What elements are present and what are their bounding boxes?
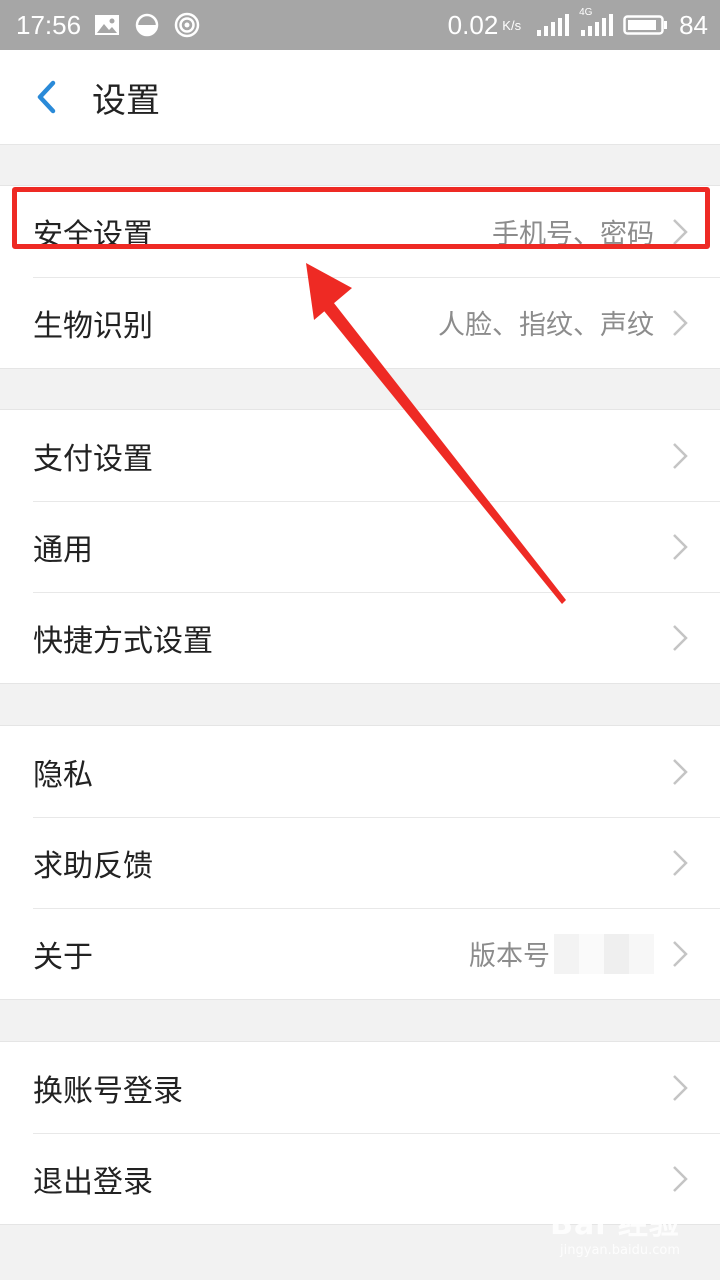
chevron-right-icon bbox=[673, 442, 688, 469]
settings-item-value: 手机号、密码 bbox=[492, 219, 654, 250]
chevron-right-icon bbox=[673, 758, 688, 785]
settings-item-label: 生物识别 bbox=[33, 308, 153, 344]
watermark-main: Bai 经验 bbox=[550, 1207, 680, 1242]
settings-item-about[interactable]: 关于 版本号 bbox=[0, 908, 720, 999]
back-button[interactable] bbox=[0, 50, 92, 145]
network-speed: 0.02 bbox=[447, 9, 499, 40]
settings-item-label: 安全设置 bbox=[33, 217, 153, 253]
settings-item-value: 版本号 bbox=[469, 941, 550, 972]
network-type-label: 4G bbox=[579, 7, 593, 18]
settings-item-payment[interactable]: 支付设置 bbox=[0, 410, 720, 501]
watermark-sub: jingyan.baidu.com bbox=[560, 1243, 680, 1258]
settings-group-general: 支付设置 通用 快捷方式设置 bbox=[0, 409, 720, 684]
settings-item-shortcuts[interactable]: 快捷方式设置 bbox=[0, 592, 720, 683]
settings-item-security[interactable]: 安全设置 手机号、密码 bbox=[0, 186, 720, 277]
baidu-jingyan-watermark: Bai 经验 jingyan.baidu.com bbox=[550, 1199, 680, 1258]
settings-item-value: 人脸、指纹、声纹 bbox=[438, 310, 654, 341]
page-title: 设置 bbox=[92, 80, 160, 121]
settings-item-privacy[interactable]: 隐私 bbox=[0, 726, 720, 817]
settings-item-label: 快捷方式设置 bbox=[33, 623, 213, 659]
settings-item-switch-account[interactable]: 换账号登录 bbox=[0, 1042, 720, 1133]
battery-icon bbox=[623, 15, 668, 35]
chevron-right-icon bbox=[673, 849, 688, 876]
settings-item-label: 求助反馈 bbox=[33, 848, 153, 884]
settings-item-label: 换账号登录 bbox=[33, 1073, 183, 1109]
settings-item-label: 隐私 bbox=[33, 757, 93, 793]
chevron-right-icon bbox=[673, 624, 688, 651]
signal-icon bbox=[537, 14, 570, 36]
chevron-right-icon bbox=[673, 218, 688, 245]
settings-item-value-wrap: 版本号 bbox=[469, 933, 654, 974]
chevron-right-icon bbox=[673, 1165, 688, 1192]
chevron-right-icon bbox=[673, 1074, 688, 1101]
settings-group-info: 隐私 求助反馈 关于 版本号 bbox=[0, 725, 720, 1000]
settings-item-feedback[interactable]: 求助反馈 bbox=[0, 817, 720, 908]
settings-group-account-security: 安全设置 手机号、密码 生物识别 人脸、指纹、声纹 bbox=[0, 185, 720, 369]
network-speed-unit: K/s bbox=[502, 17, 522, 33]
status-time: 17:56 bbox=[16, 9, 82, 40]
title-bar: 设置 bbox=[0, 50, 720, 145]
settings-item-label: 支付设置 bbox=[33, 441, 153, 477]
blurred-version-number bbox=[554, 933, 654, 974]
image-icon bbox=[95, 15, 120, 35]
settings-item-general[interactable]: 通用 bbox=[0, 501, 720, 592]
settings-item-biometrics[interactable]: 生物识别 人脸、指纹、声纹 bbox=[0, 277, 720, 368]
chevron-right-icon bbox=[673, 940, 688, 967]
settings-item-label: 退出登录 bbox=[33, 1164, 153, 1200]
data-saver-icon bbox=[135, 13, 159, 37]
chevron-left-icon bbox=[37, 80, 56, 114]
chevron-right-icon bbox=[673, 533, 688, 560]
status-bar: 17:56 0.02 K/s 4G 84 bbox=[0, 0, 720, 50]
chevron-right-icon bbox=[673, 309, 688, 336]
settings-group-login: 换账号登录 退出登录 bbox=[0, 1041, 720, 1225]
settings-item-label: 关于 bbox=[33, 939, 93, 975]
signal-4g-group: 4G bbox=[579, 8, 614, 38]
battery-level: 84 bbox=[679, 9, 708, 40]
hotspot-icon bbox=[174, 12, 200, 38]
settings-item-label: 通用 bbox=[33, 532, 93, 568]
